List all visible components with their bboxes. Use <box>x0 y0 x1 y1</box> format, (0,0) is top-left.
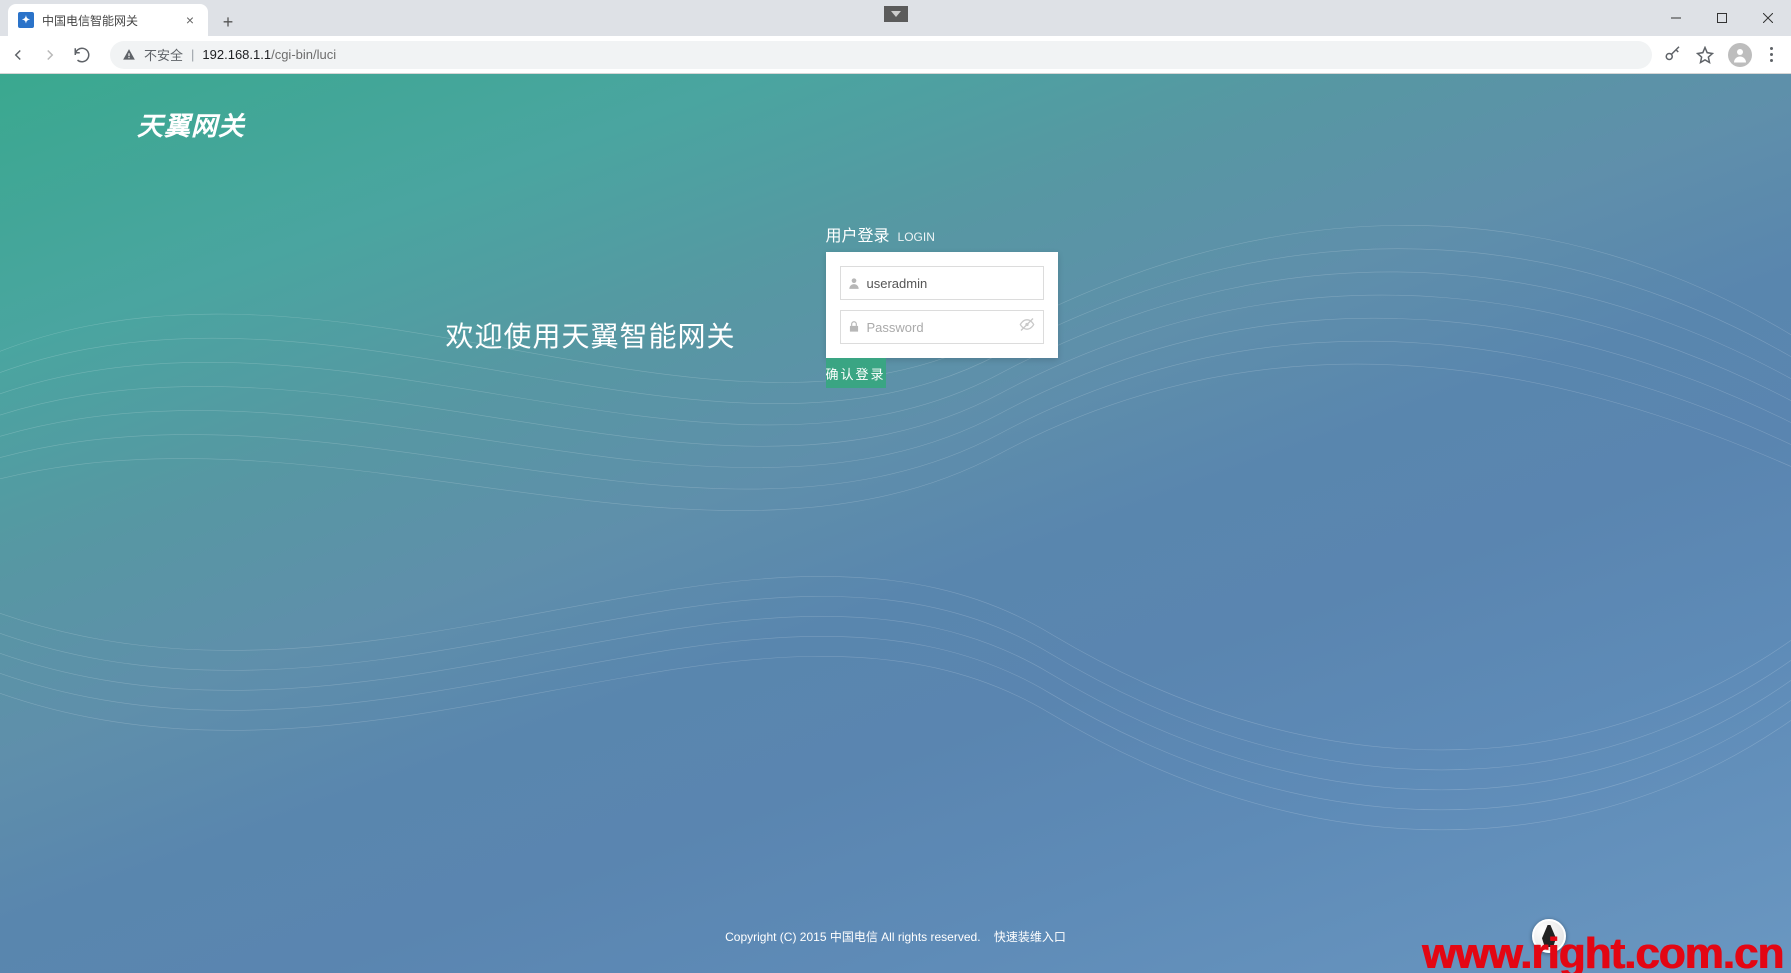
username-row <box>840 266 1044 300</box>
insecure-warning-icon <box>122 48 136 62</box>
user-icon <box>841 276 867 290</box>
window-close-icon[interactable] <box>1745 3 1791 33</box>
welcome-heading: 欢迎使用天翼智能网关 <box>446 255 736 355</box>
username-input[interactable] <box>867 267 1043 299</box>
tab-title: 中国电信智能网关 <box>42 12 138 29</box>
password-row <box>840 310 1044 344</box>
footer-quick-link[interactable]: 快速装维入口 <box>994 930 1066 944</box>
browser-toolbar: 不安全 | 192.168.1.1/cgi-bin/luci <box>0 36 1791 74</box>
window-maximize-icon[interactable] <box>1699 3 1745 33</box>
close-tab-icon[interactable]: × <box>182 10 198 30</box>
toolbar-right <box>1664 43 1783 67</box>
profile-avatar-icon[interactable] <box>1728 43 1752 67</box>
password-key-icon[interactable] <box>1664 46 1682 64</box>
url-host: 192.168.1.1 <box>202 47 271 62</box>
brand-text: 天翼网关 <box>137 106 245 143</box>
browser-tab[interactable]: ✦ 中国电信智能网关 × <box>8 4 208 36</box>
tab-search-handle[interactable] <box>884 6 908 22</box>
footer-copyright: Copyright (C) 2015 中国电信 All rights reser… <box>725 930 980 944</box>
address-bar[interactable]: 不安全 | 192.168.1.1/cgi-bin/luci <box>110 41 1652 69</box>
address-separator: | <box>191 47 194 62</box>
nav-forward-icon[interactable] <box>40 45 60 65</box>
url-path: /cgi-bin/luci <box>271 47 336 62</box>
password-input[interactable] <box>867 311 1043 343</box>
window-minimize-icon[interactable] <box>1653 3 1699 33</box>
nav-back-icon[interactable] <box>8 45 28 65</box>
window-controls <box>1653 0 1791 36</box>
login-panel: 用户登录 LOGIN <box>826 222 1058 388</box>
insecure-label: 不安全 <box>144 45 183 64</box>
toggle-password-visibility-icon[interactable] <box>1019 317 1035 338</box>
new-tab-button[interactable]: + <box>214 8 242 36</box>
brand-logo: 天翼网关 <box>137 106 245 143</box>
background-waves <box>0 74 1791 973</box>
tab-favicon: ✦ <box>18 12 34 28</box>
lock-icon <box>841 320 867 334</box>
page-body: 天翼网关 欢迎使用天翼智能网关 用户登录 LOGIN <box>0 74 1791 973</box>
browser-menu-icon[interactable] <box>1766 43 1777 66</box>
watermark-text: www.right.com.cn <box>1422 929 1783 973</box>
bookmark-star-icon[interactable] <box>1696 46 1714 64</box>
nav-reload-icon[interactable] <box>72 45 92 65</box>
login-submit-button[interactable]: 确认登录 <box>826 358 886 388</box>
login-card <box>826 252 1058 358</box>
browser-tab-strip: ✦ 中国电信智能网关 × + <box>0 0 1791 36</box>
login-title-en: LOGIN <box>898 230 935 244</box>
login-title: 用户登录 LOGIN <box>826 222 1058 246</box>
login-title-cn: 用户登录 <box>826 222 890 246</box>
